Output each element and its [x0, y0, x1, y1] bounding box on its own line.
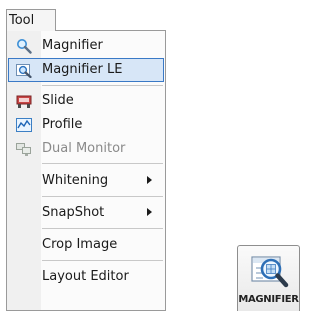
menu-item-label: Slide [42, 93, 74, 108]
menu-item-profile[interactable]: Profile [8, 113, 164, 137]
menu-item-layout-editor[interactable]: Layout Editor [8, 265, 164, 289]
magnifier-large-icon [251, 252, 289, 290]
menu-item-snapshot[interactable]: SnapShot [8, 201, 164, 225]
menu-item-label: Whitening [42, 173, 109, 188]
menu-item-dual-monitor[interactable]: Dual Monitor [8, 137, 164, 161]
submenu-arrow-icon [147, 208, 152, 216]
menu-item-label: Magnifier LE [42, 62, 123, 77]
slide-icon [16, 93, 32, 109]
magnifier-icon [16, 38, 32, 54]
menu-item-label: Magnifier [42, 38, 103, 53]
menu-separator [42, 85, 163, 86]
menu-separator [42, 163, 163, 164]
menubar-tool[interactable]: Tool [6, 9, 56, 31]
menu-separator [42, 196, 163, 197]
tool-menu-dropdown: Magnifier Magnifier LE Slide Profile Dua… [6, 30, 166, 311]
menubar-tool-label: Tool [9, 13, 35, 28]
menu-item-whitening[interactable]: Whitening [8, 169, 164, 193]
magnifier-le-icon [16, 62, 32, 79]
menu-item-label: Profile [42, 117, 83, 132]
menu-item-magnifier-le[interactable]: Magnifier LE [8, 58, 164, 82]
magnifier-ribbon-button[interactable]: MAGNIFIER [237, 245, 300, 311]
menu-separator [42, 260, 163, 261]
menu-item-magnifier[interactable]: Magnifier [8, 34, 164, 58]
dual-monitor-icon [16, 141, 32, 157]
menu-item-slide[interactable]: Slide [8, 89, 164, 113]
menu-item-label: Crop Image [42, 237, 118, 252]
ribbon-button-label: MAGNIFIER [238, 294, 299, 305]
menu-item-label: Dual Monitor [42, 141, 126, 156]
menu-item-crop-image[interactable]: Crop Image [8, 233, 164, 257]
menu-separator [42, 228, 163, 229]
profile-icon [16, 117, 32, 133]
menu-item-label: Layout Editor [42, 269, 129, 284]
submenu-arrow-icon [147, 176, 152, 184]
menu-item-label: SnapShot [42, 205, 105, 220]
